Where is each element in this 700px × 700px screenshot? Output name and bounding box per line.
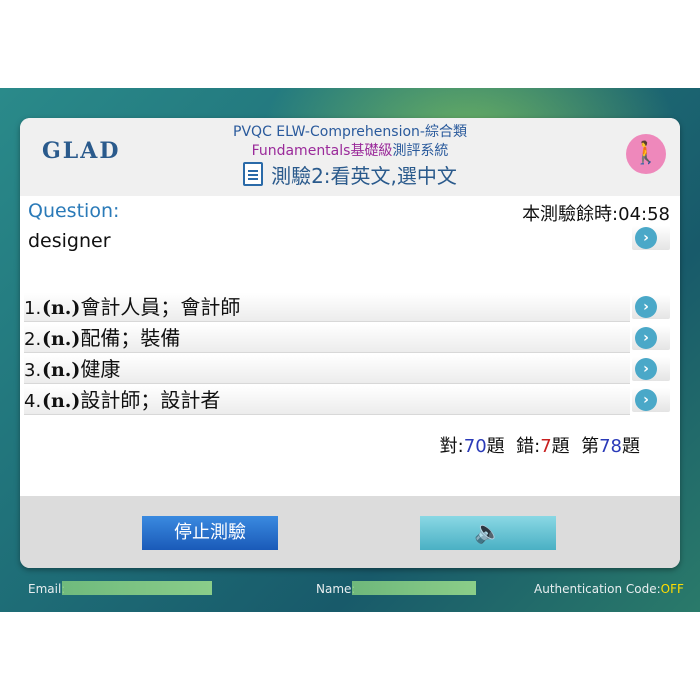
main-panel: GLAD PVQC ELW-Comprehension-綜合類 Fundamen…: [20, 118, 680, 568]
auth-code: Authentication Code:OFF: [534, 582, 684, 596]
option-pos: (n.): [42, 297, 81, 319]
option-number: 1.: [24, 298, 42, 319]
play-sound-button[interactable]: 🔈: [420, 516, 556, 550]
play-question-button[interactable]: ›: [632, 226, 670, 250]
chevron-right-icon: ›: [635, 389, 657, 411]
correct-count: 70: [463, 436, 487, 457]
wrong-count: 7: [540, 436, 552, 457]
document-icon: [243, 162, 264, 186]
score-summary: 對:70題 錯:7題 第78題: [440, 432, 640, 458]
speaker-icon: 🔈: [474, 520, 502, 545]
header: GLAD PVQC ELW-Comprehension-綜合類 Fundamen…: [20, 118, 680, 196]
auth-label: Authentication Code:: [534, 582, 661, 596]
test-title-text: 測驗2:看英文,選中文: [271, 164, 457, 188]
option-text: 健康: [80, 357, 121, 381]
countdown-timer: 本測驗餘時:04:58: [522, 204, 670, 225]
option-3-arrow-button[interactable]: ›: [632, 357, 670, 381]
option-3[interactable]: 3.(n.)健康: [24, 355, 630, 384]
question-label: Question:: [28, 200, 120, 222]
walking-person-icon[interactable]: 🚶: [626, 134, 666, 174]
current-label: 第: [581, 436, 600, 457]
chevron-right-icon: ›: [635, 358, 657, 380]
wrong-label: 錯:: [516, 436, 541, 457]
question-word: designer: [28, 230, 111, 252]
test-title: 測驗2:看英文,選中文: [20, 160, 680, 189]
email-label: Email:: [28, 582, 66, 596]
app-screen: GLAD PVQC ELW-Comprehension-綜合類 Fundamen…: [0, 88, 700, 612]
option-number: 4.: [24, 391, 42, 412]
status-bar: Email: Name: Authentication Code:OFF: [0, 581, 700, 604]
option-text: 會計人員；會計師: [80, 295, 241, 319]
option-text: 配備；裝備: [80, 326, 181, 350]
exam-level: Fundamentals基礎級測評系統: [20, 140, 680, 160]
option-4[interactable]: 4.(n.)設計師；設計者: [24, 386, 630, 415]
wrong-suffix: 題: [551, 436, 570, 457]
correct-label: 對:: [439, 436, 464, 457]
question-area: Question: 本測驗餘時:04:58 designer › 1.(n.)會…: [20, 196, 680, 496]
current-suffix: 題: [622, 436, 640, 457]
option-number: 3.: [24, 360, 42, 381]
option-pos: (n.): [42, 359, 81, 381]
option-2-arrow-button[interactable]: ›: [632, 326, 670, 350]
auth-value: OFF: [660, 582, 684, 596]
stop-test-button[interactable]: 停止測驗: [142, 516, 278, 550]
exam-level-tail: 測評系統: [392, 143, 449, 159]
option-1-arrow-button[interactable]: ›: [632, 295, 670, 319]
current-number: 78: [599, 436, 622, 457]
chevron-right-icon: ›: [635, 227, 657, 249]
option-pos: (n.): [42, 328, 81, 350]
exam-level-main: Fundamentals基礎級: [251, 143, 393, 159]
action-bar: 停止測驗 🔈: [20, 496, 680, 568]
option-1[interactable]: 1.(n.)會計人員；會計師: [24, 293, 630, 322]
option-2[interactable]: 2.(n.)配備；裝備: [24, 324, 630, 353]
exam-name: PVQC ELW-Comprehension-綜合類: [233, 124, 467, 140]
option-number: 2.: [24, 329, 42, 350]
option-pos: (n.): [42, 390, 81, 412]
option-text: 設計師；設計者: [80, 388, 221, 412]
option-4-arrow-button[interactable]: ›: [632, 388, 670, 412]
email-value-redacted: [62, 581, 212, 595]
name-label: Name:: [316, 582, 356, 596]
chevron-right-icon: ›: [635, 327, 657, 349]
name-value-redacted: [352, 581, 476, 595]
correct-suffix: 題: [486, 436, 505, 457]
chevron-right-icon: ›: [635, 296, 657, 318]
